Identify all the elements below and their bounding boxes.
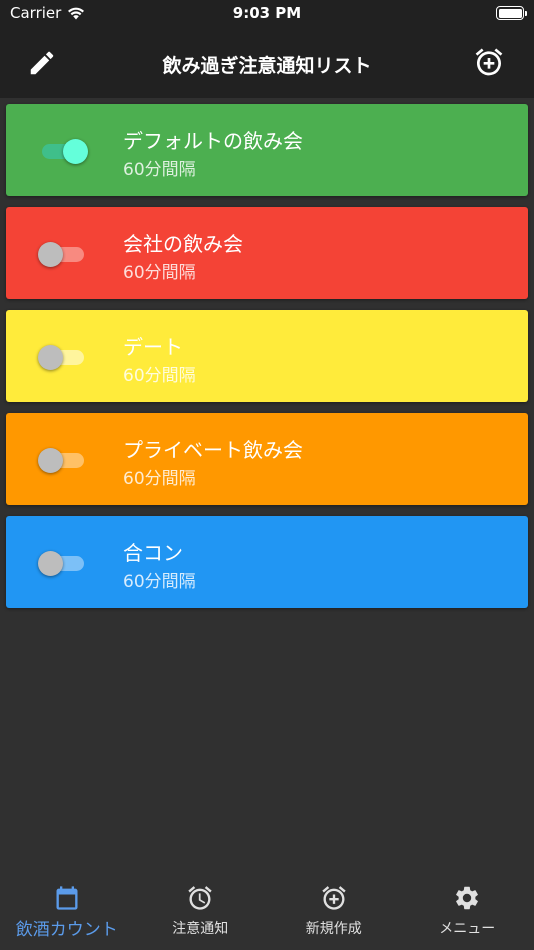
list-item-interval: 60分間隔	[123, 469, 196, 489]
nav-item-create-new[interactable]: 新規作成	[267, 868, 401, 950]
list-item-interval: 60分間隔	[123, 263, 196, 283]
list-item[interactable]: 会社の飲み会 60分間隔	[6, 207, 528, 299]
list-item-title: 会社の飲み会	[123, 232, 243, 256]
status-bar: Carrier 9:03 PM	[0, 0, 534, 28]
nav-item-drink-count[interactable]: 飲酒カウント	[0, 868, 134, 950]
alarm-add-icon[interactable]	[473, 46, 505, 78]
gear-icon	[456, 886, 479, 910]
nav-label: 新規作成	[305, 921, 362, 937]
alarm-add-icon	[322, 886, 346, 910]
list-item-interval: 60分間隔	[123, 572, 196, 592]
nav-label: 飲酒カウント	[15, 920, 118, 940]
list-item-interval: 60分間隔	[123, 366, 196, 386]
toggle-switch[interactable]	[38, 240, 88, 268]
app-bar: 飲み過ぎ注意通知リスト	[0, 28, 534, 98]
toggle-switch[interactable]	[38, 446, 88, 474]
calendar-icon	[56, 886, 78, 910]
list-item[interactable]: デフォルトの飲み会 60分間隔	[6, 104, 528, 196]
nav-label: メニュー	[439, 921, 496, 937]
nav-item-notifications[interactable]: 注意通知	[134, 868, 268, 950]
bottom-nav: 飲酒カウント 注意通知 新規作成 メニュー	[0, 868, 534, 950]
list-item-title: プライベート飲み会	[123, 438, 303, 462]
status-time: 9:03 PM	[232, 4, 302, 22]
app-screen: Carrier 9:03 PM 飲み過ぎ注意通知リスト デフォルトの飲み会 60…	[0, 0, 534, 950]
nav-item-menu[interactable]: メニュー	[401, 868, 534, 950]
alarm-icon	[188, 886, 212, 910]
battery-icon	[496, 6, 527, 20]
nav-label: 注意通知	[172, 921, 229, 937]
page-title: 飲み過ぎ注意通知リスト	[162, 55, 372, 77]
list-item[interactable]: プライベート飲み会 60分間隔	[6, 413, 528, 505]
list-item[interactable]: 合コン 60分間隔	[6, 516, 528, 608]
list-item-interval: 60分間隔	[123, 160, 196, 180]
toggle-switch[interactable]	[38, 549, 88, 577]
list-item-title: 合コン	[123, 541, 183, 565]
toggle-switch[interactable]	[38, 137, 88, 165]
list-item-title: デート	[123, 335, 183, 359]
notification-list: デフォルトの飲み会 60分間隔 会社の飲み会 60分間隔 デート 60分間隔 プ…	[6, 104, 528, 619]
list-item[interactable]: デート 60分間隔	[6, 310, 528, 402]
toggle-switch[interactable]	[38, 343, 88, 371]
battery-indicator	[496, 6, 527, 20]
list-item-title: デフォルトの飲み会	[123, 129, 303, 153]
